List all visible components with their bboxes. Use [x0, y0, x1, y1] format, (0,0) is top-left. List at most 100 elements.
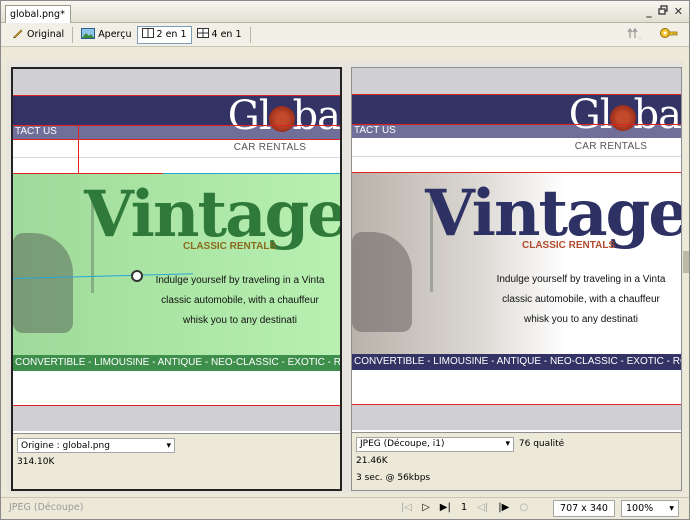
- logo-text-prefix: Gl: [227, 93, 272, 139]
- restore-icon[interactable]: [658, 5, 668, 18]
- car-rentals-tab: CAR RENTALS: [541, 138, 681, 156]
- previous-frame-icon[interactable]: ◁|: [477, 502, 488, 513]
- slice-guide-line: [163, 173, 340, 174]
- document-tab-label: global.png*: [10, 9, 65, 20]
- classic-rentals-subheading: CLASSIC RENTALS: [522, 240, 616, 251]
- minimize-icon[interactable]: _: [646, 5, 652, 18]
- canvas-margin-bottom: [352, 404, 681, 430]
- original-view-label: Original: [27, 29, 65, 40]
- preview-view-label: Aperçu: [98, 29, 132, 40]
- document-window: global.png* _ ✕ Original Aperçu 2 en 1 4…: [0, 0, 690, 520]
- svg-text:..: ..: [638, 34, 642, 40]
- original-preview[interactable]: Gl ba TACT US CAR RENTALS Vintage CLASSIC…: [13, 69, 340, 431]
- hero-copy-line: Indulge yourself by traveling in a Vinta: [496, 274, 666, 285]
- last-frame-icon[interactable]: ▶|: [440, 502, 451, 513]
- vehicle-types-strip: CONVERTIBLE - LIMOUSINE - ANTIQUE - NEO-…: [352, 354, 681, 370]
- crosshair-cursor-icon: [131, 270, 143, 282]
- download-time: 3 sec. @ 56kbps: [356, 473, 431, 483]
- classic-rentals-subheading: CLASSIC RENTALS: [183, 241, 277, 252]
- logo-text-suffix: ba: [292, 93, 340, 139]
- globe-icon: [609, 105, 636, 131]
- loop-icon[interactable]: ○: [519, 502, 528, 513]
- toolbar-divider: [72, 26, 74, 43]
- hero-image: Vintage CLASSIC RENTALS Indulge yourself…: [13, 173, 340, 355]
- chevron-down-icon: ▾: [669, 503, 674, 514]
- two-up-view-button[interactable]: 2 en 1: [136, 25, 192, 44]
- view-toolbar: Original Aperçu 2 en 1 4 en 1 ..: [1, 23, 689, 47]
- format-select-value: Origine : global.png: [21, 440, 110, 451]
- play-icon[interactable]: ▷: [422, 502, 430, 513]
- slice-guide: [13, 139, 340, 140]
- comparison-panes: Gl ba TACT US CAR RENTALS Vintage CLASSIC…: [7, 61, 683, 493]
- header-stripe: [352, 156, 681, 172]
- export-settings-icon[interactable]: ..: [627, 26, 645, 43]
- status-bar: JPEG (Découpe) |◁ ▷ ▶| 1 ◁| |▶ ○ 707 x 3…: [1, 497, 689, 519]
- slice-guide: [13, 405, 340, 406]
- hero-copy-line: classic automobile, with a chauffeur: [161, 295, 319, 306]
- toolbar-right-tools: ..: [627, 26, 679, 43]
- vehicle-types-strip: CONVERTIBLE - LIMOUSINE - ANTIQUE - NEO-…: [13, 355, 340, 371]
- hero-copy-line: whisk you to any destinati: [183, 315, 297, 326]
- optimized-info-panel: JPEG (Découpe, i1) ▾ 76 qualité 21.46K 3…: [352, 432, 681, 490]
- hero-copy: Indulge yourself by traveling in a Vinta…: [481, 270, 681, 330]
- contact-us-link: TACT US: [15, 126, 57, 137]
- car-rentals-tab: CAR RENTALS: [200, 139, 340, 157]
- frame-controls: |◁ ▷ ▶| 1 ◁| |▶ ○: [401, 502, 528, 513]
- slice-guide: [352, 172, 681, 173]
- global-logo: Gl ba: [569, 92, 681, 138]
- next-frame-icon[interactable]: |▶: [498, 502, 509, 513]
- optimized-pane[interactable]: Gl ba TACT US CAR RENTALS Vintage CLASSIC…: [351, 67, 682, 491]
- format-row: JPEG (Découpe, i1) ▾ 76 qualité: [356, 437, 677, 452]
- slice-guide: [13, 125, 340, 126]
- original-info-panel: Origine : global.png ▾ 314.10K: [13, 433, 340, 489]
- slice-guide: [352, 124, 681, 125]
- vintage-car-shape: [352, 232, 412, 332]
- slice-guide: [352, 404, 681, 405]
- first-frame-icon[interactable]: |◁: [401, 502, 412, 513]
- logo-text-suffix: ba: [633, 92, 681, 138]
- document-tab-bar: global.png* _ ✕: [1, 1, 689, 23]
- format-select-value: JPEG (Découpe, i1): [360, 439, 445, 449]
- four-up-icon: [196, 28, 209, 41]
- canvas-margin-bottom: [13, 405, 340, 431]
- canvas-margin-top: [352, 68, 681, 94]
- zoom-value: 100%: [626, 503, 654, 514]
- slice-guide: [13, 95, 340, 96]
- format-select[interactable]: JPEG (Découpe, i1) ▾: [356, 437, 514, 452]
- optimized-preview[interactable]: Gl ba TACT US CAR RENTALS Vintage CLASSIC…: [352, 68, 681, 430]
- hero-copy-line: classic automobile, with a chauffeur: [502, 294, 660, 305]
- status-text: JPEG (Découpe): [9, 502, 84, 513]
- format-select[interactable]: Origine : global.png ▾: [17, 438, 175, 453]
- four-up-view-button[interactable]: 4 en 1: [192, 26, 247, 44]
- window-controls: _ ✕: [646, 5, 683, 18]
- chevron-down-icon: ▾: [166, 440, 171, 451]
- preview-view-button[interactable]: Aperçu: [76, 26, 136, 44]
- two-up-icon: [141, 28, 154, 41]
- zoom-select[interactable]: 100% ▾: [621, 500, 679, 517]
- canvas-dimensions: 707 x 340: [553, 500, 615, 517]
- key-icon[interactable]: [659, 26, 679, 43]
- image-preview-icon: [81, 27, 96, 42]
- logo-text-prefix: Gl: [568, 92, 613, 138]
- hero-copy: Indulge yourself by traveling in a Vinta…: [140, 271, 340, 331]
- panel-collapse-handle[interactable]: [683, 251, 689, 273]
- hero-copy-line: whisk you to any destinati: [524, 314, 638, 325]
- four-up-view-label: 4 en 1: [211, 29, 242, 40]
- slice-guide: [78, 125, 79, 173]
- toolbar-divider: [249, 26, 251, 43]
- file-size: 21.46K: [356, 456, 388, 466]
- header-stripe: [13, 157, 340, 173]
- globe-icon: [268, 106, 295, 132]
- vintage-car-shape: [13, 233, 73, 333]
- canvas-margin-top: [13, 69, 340, 95]
- content-area: [13, 371, 340, 405]
- original-view-button[interactable]: Original: [7, 26, 69, 44]
- two-up-view-label: 2 en 1: [156, 29, 187, 40]
- contact-us-link: TACT US: [354, 125, 396, 136]
- close-icon[interactable]: ✕: [674, 5, 683, 18]
- global-logo: Gl ba: [228, 93, 340, 139]
- original-pane[interactable]: Gl ba TACT US CAR RENTALS Vintage CLASSIC…: [11, 67, 342, 491]
- document-tab[interactable]: global.png*: [5, 5, 71, 23]
- hero-image: Vintage CLASSIC RENTALS Indulge yourself…: [352, 172, 681, 354]
- pencil-icon: [12, 27, 24, 42]
